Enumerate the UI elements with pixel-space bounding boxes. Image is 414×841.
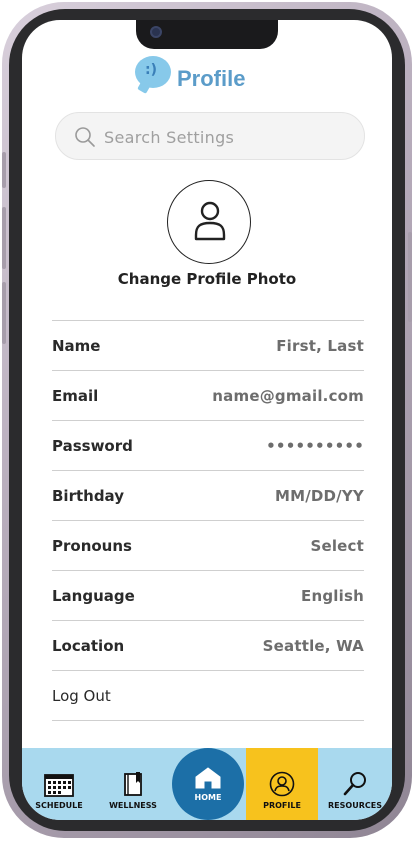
setting-row-location[interactable]: Location Seattle, WA <box>52 621 364 670</box>
setting-value[interactable]: Select <box>310 537 364 555</box>
nav-label: RESOURCES <box>328 801 382 810</box>
setting-label: Email <box>52 386 99 405</box>
camera-icon <box>150 26 162 38</box>
setting-label: Birthday <box>52 486 124 505</box>
setting-value[interactable]: MM/DD/YY <box>275 487 364 505</box>
setting-label: Password <box>52 436 133 455</box>
nav-profile[interactable]: PROFILE <box>246 748 318 820</box>
search-input[interactable] <box>104 125 344 149</box>
logo-face: :) <box>145 62 157 78</box>
setting-value[interactable]: •••••••••• <box>266 437 364 455</box>
setting-label: Pronouns <box>52 536 132 555</box>
setting-value[interactable]: Seattle, WA <box>263 637 364 655</box>
magnifier-icon <box>343 772 366 796</box>
bottom-nav: SCHEDULE WELLNESS HOME PROFILE RESOURCES <box>22 748 392 820</box>
setting-label: Language <box>52 586 135 605</box>
search-bar[interactable] <box>55 112 365 160</box>
calendar-icon <box>44 774 74 797</box>
setting-label: Location <box>52 636 125 655</box>
setting-label: Name <box>52 336 101 355</box>
profile-photo-button[interactable] <box>167 180 251 264</box>
person-circle-icon <box>269 771 295 797</box>
nav-schedule[interactable]: SCHEDULE <box>22 748 96 820</box>
change-photo-label[interactable]: Change Profile Photo <box>22 270 392 288</box>
setting-row-language[interactable]: Language English <box>52 571 364 620</box>
setting-value[interactable]: name@gmail.com <box>212 387 364 405</box>
nav-label: SCHEDULE <box>35 801 83 810</box>
nav-resources[interactable]: RESOURCES <box>318 748 392 820</box>
power-button <box>408 232 412 322</box>
app-screen: :) Profile Change Profile Photo Name Fir… <box>22 20 392 820</box>
nav-label: PROFILE <box>263 801 301 810</box>
setting-row-birthday[interactable]: Birthday MM/DD/YY <box>52 471 364 520</box>
setting-row-name[interactable]: Name First, Last <box>52 321 364 370</box>
house-icon <box>195 767 221 789</box>
settings-list: Name First, Last Email name@gmail.com Pa… <box>52 320 364 721</box>
nav-label: WELLNESS <box>109 801 157 810</box>
logout-label: Log Out <box>52 686 111 705</box>
setting-value[interactable]: English <box>301 587 364 605</box>
search-icon <box>75 127 95 147</box>
setting-row-email[interactable]: Email name@gmail.com <box>52 371 364 420</box>
setting-row-pronouns[interactable]: Pronouns Select <box>52 521 364 570</box>
nav-home[interactable]: HOME <box>172 748 244 820</box>
mute-switch <box>2 152 6 188</box>
notch <box>136 20 278 49</box>
volume-down-button <box>2 282 6 344</box>
volume-up-button <box>2 207 6 269</box>
nav-label: HOME <box>194 793 222 802</box>
page-title: Profile <box>177 66 246 91</box>
setting-value[interactable]: First, Last <box>276 337 364 355</box>
logout-button[interactable]: Log Out <box>52 671 364 720</box>
nav-wellness[interactable]: WELLNESS <box>96 748 170 820</box>
divider <box>52 720 364 721</box>
notebook-icon <box>124 772 142 796</box>
person-icon <box>194 201 226 241</box>
setting-row-password[interactable]: Password •••••••••• <box>52 421 364 470</box>
app-header: :) Profile <box>135 56 295 100</box>
